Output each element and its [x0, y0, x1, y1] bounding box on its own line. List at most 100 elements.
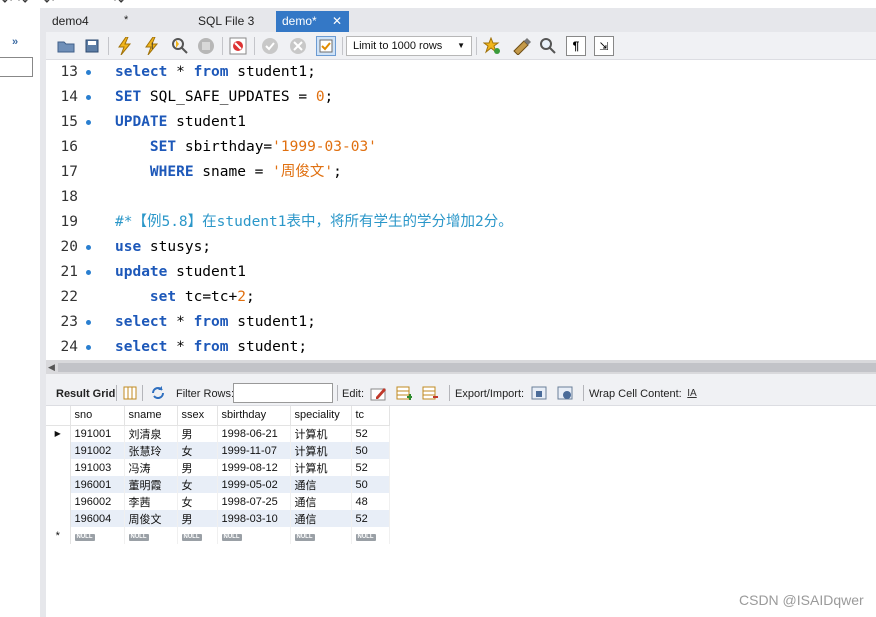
table-cell[interactable]: 冯涛: [124, 459, 178, 476]
code-line[interactable]: 20 use stusys;: [46, 235, 876, 260]
column-header[interactable]: ssex: [177, 406, 218, 426]
table-row[interactable]: 196002 李茜女 1998-07-25 通信 48: [46, 493, 390, 510]
collapse-icon[interactable]: »: [12, 36, 18, 48]
row-selector[interactable]: [46, 493, 71, 510]
code-line[interactable]: 14 SET SQL_SAFE_UPDATES = 0;: [46, 85, 876, 110]
code-line[interactable]: 24 select * from student;: [46, 335, 876, 360]
table-cell[interactable]: 1999-11-07: [217, 442, 291, 459]
table-cell[interactable]: 男: [177, 459, 218, 476]
stop-icon[interactable]: [196, 36, 216, 56]
row-selector[interactable]: ▶: [46, 425, 71, 442]
history-icon[interactable]: ↶: [44, 0, 54, 8]
table-cell[interactable]: 52: [351, 425, 390, 442]
table-cell[interactable]: 张慧玲: [124, 442, 178, 459]
close-icon[interactable]: ✕: [332, 11, 342, 31]
table-cell[interactable]: 191002: [70, 442, 125, 459]
table-cell[interactable]: 通信: [290, 476, 352, 493]
table-cell[interactable]: 191001: [70, 425, 125, 442]
save-icon[interactable]: [82, 36, 102, 56]
result-grid-label[interactable]: Result Grid: [56, 388, 115, 400]
table-cell[interactable]: NULL: [351, 527, 390, 544]
table-cell[interactable]: 52: [351, 510, 390, 527]
code-line[interactable]: 17 WHERE sname = '周俊文';: [46, 160, 876, 185]
beautify-icon[interactable]: [512, 36, 532, 56]
table-cell[interactable]: 女: [177, 493, 218, 510]
wrap-icon[interactable]: ⇲: [594, 36, 614, 56]
redo-icon[interactable]: ↷: [18, 0, 28, 8]
wrap-cell-icon[interactable]: IA: [684, 385, 700, 401]
scroll-left-icon[interactable]: ◀: [48, 360, 55, 374]
table-cell[interactable]: NULL: [177, 527, 218, 544]
table-cell[interactable]: 李茜: [124, 493, 178, 510]
row-selector[interactable]: [46, 442, 71, 459]
code-line[interactable]: 13 select * from student1;: [46, 60, 876, 85]
sql-editor[interactable]: 13 select * from student1; 14 SET SQL_SAFE_…: [46, 60, 876, 360]
table-cell[interactable]: 男: [177, 510, 218, 527]
scrollbar-thumb[interactable]: [58, 363, 876, 372]
table-cell[interactable]: 48: [351, 493, 390, 510]
table-cell[interactable]: 50: [351, 476, 390, 493]
table-cell[interactable]: 196001: [70, 476, 125, 493]
table-cell[interactable]: 计算机: [290, 425, 352, 442]
table-cell[interactable]: 通信: [290, 493, 352, 510]
column-header[interactable]: sname: [124, 406, 178, 426]
table-cell[interactable]: 1998-07-25: [217, 493, 291, 510]
table-cell[interactable]: 通信: [290, 510, 352, 527]
grid-layout-icon[interactable]: [122, 385, 138, 401]
table-cell[interactable]: NULL: [290, 527, 352, 544]
invisible-chars-icon[interactable]: ¶: [566, 36, 586, 56]
column-header[interactable]: tc: [351, 406, 390, 426]
table-cell[interactable]: 女: [177, 476, 218, 493]
table-row[interactable]: 196004 周俊文男 1998-03-10 通信 52: [46, 510, 390, 527]
filter-rows-input[interactable]: [233, 383, 333, 403]
add-row-icon[interactable]: [396, 385, 412, 401]
table-cell[interactable]: 计算机: [290, 459, 352, 476]
code-line[interactable]: 21 update student1: [46, 260, 876, 285]
table-cell[interactable]: 男: [177, 425, 218, 442]
code-line[interactable]: 16 SET sbirthday='1999-03-03': [46, 135, 876, 160]
limit-rows-select[interactable]: Limit to 1000 rows ▼: [346, 36, 472, 56]
table-cell[interactable]: NULL: [70, 527, 125, 544]
table-cell[interactable]: 52: [351, 459, 390, 476]
table-cell[interactable]: 1999-08-12: [217, 459, 291, 476]
table-row[interactable]: 191002 张慧玲女 1999-11-07 计算机 50: [46, 442, 390, 459]
row-selector[interactable]: [46, 510, 71, 527]
table-cell[interactable]: 刘清泉: [124, 425, 178, 442]
code-line[interactable]: 19 #*【例5.8】在student1表中，将所有学生的学分增加2分。: [46, 210, 876, 235]
code-line[interactable]: 15 UPDATE student1: [46, 110, 876, 135]
column-header[interactable]: sbirthday: [217, 406, 291, 426]
table-cell[interactable]: 董明霞: [124, 476, 178, 493]
table-cell[interactable]: 196002: [70, 493, 125, 510]
table-row[interactable]: ▶ 191001 刘清泉男 1998-06-21 计算机 52: [46, 425, 390, 442]
delete-row-icon[interactable]: [422, 385, 438, 401]
table-row[interactable]: 196001 董明霞女 1999-05-02 通信 50: [46, 476, 390, 493]
bookmark-icon[interactable]: [482, 36, 502, 56]
rollback-icon[interactable]: [288, 36, 308, 56]
code-line[interactable]: 22 set tc=tc+2;: [46, 285, 876, 310]
table-cell[interactable]: 1999-05-02: [217, 476, 291, 493]
toggle-error-icon[interactable]: [228, 36, 248, 56]
table-cell[interactable]: NULL: [124, 527, 178, 544]
table-row[interactable]: 191003 冯涛男 1999-08-12 计算机 52: [46, 459, 390, 476]
explain-icon[interactable]: [170, 36, 190, 56]
new-row[interactable]: * NULL NULL NULL NULL NULL NULL: [46, 527, 390, 544]
table-cell[interactable]: 计算机: [290, 442, 352, 459]
table-cell[interactable]: 196004: [70, 510, 125, 527]
tab-demo[interactable]: demo* ✕: [276, 11, 349, 32]
refresh-icon[interactable]: [150, 385, 166, 401]
find-icon[interactable]: [538, 36, 558, 56]
tab-demo4[interactable]: demo4 *: [46, 11, 136, 32]
code-line[interactable]: 23 select * from student1;: [46, 310, 876, 335]
undo-icon[interactable]: ↶: [2, 0, 12, 8]
commit-icon[interactable]: [260, 36, 280, 56]
column-header[interactable]: sno: [70, 406, 125, 426]
navigate-icon[interactable]: ↷: [114, 0, 124, 8]
execute-current-icon[interactable]: I: [142, 36, 162, 56]
execute-icon[interactable]: [114, 36, 134, 56]
editor-horizontal-scrollbar[interactable]: ◀: [46, 360, 876, 374]
table-cell[interactable]: 1998-06-21: [217, 425, 291, 442]
table-cell[interactable]: 50: [351, 442, 390, 459]
table-cell[interactable]: 周俊文: [124, 510, 178, 527]
open-folder-icon[interactable]: [56, 36, 76, 56]
table-cell[interactable]: NULL: [217, 527, 291, 544]
